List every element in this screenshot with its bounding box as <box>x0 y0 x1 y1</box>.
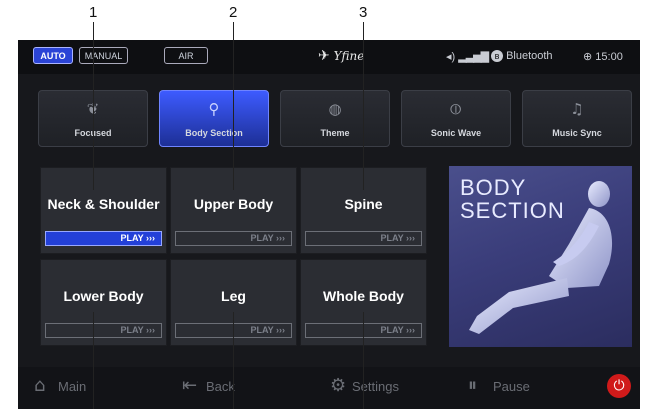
section-card-neck-shoulder[interactable]: Neck & Shoulder PLAY ››› <box>40 167 167 254</box>
theme-icon: ◍ <box>328 100 342 118</box>
nav-back-label: Back <box>206 379 235 394</box>
section-title: Leg <box>221 288 246 304</box>
speaker-icon: ◂) <box>446 51 456 63</box>
play-button[interactable]: PLAY ››› <box>45 231 162 246</box>
tab-music-sync[interactable]: ♫ Music Sync <box>522 90 632 147</box>
tab-label: Sonic Wave <box>430 128 482 138</box>
mode-air-button[interactable]: AIR <box>164 47 208 64</box>
callout-number: 1 <box>89 4 98 21</box>
nav-settings-button[interactable]: ⚙ Settings <box>330 367 420 409</box>
pause-icon: ⏸ <box>468 375 477 396</box>
section-title: Spine <box>344 196 383 212</box>
callout-leader-line <box>93 312 94 409</box>
volume-signal-indicator: ◂) ▂▃▅▇ <box>446 50 489 63</box>
section-title: Upper Body <box>193 196 274 212</box>
back-arrow-icon: ⇤ <box>182 375 198 396</box>
section-title: Lower Body <box>63 288 144 304</box>
mode-auto-button[interactable]: AUTO <box>33 47 73 64</box>
callout-number: 2 <box>229 4 238 21</box>
device-screen: AUTO MANUAL AIR ✈ Yfine ◂) ▂▃▅▇ ʙ Blueto… <box>18 40 640 409</box>
power-button[interactable]: ⏻ <box>607 374 631 398</box>
nav-settings-label: Settings <box>352 379 399 394</box>
tab-label: Body Section <box>185 128 243 138</box>
top-status-bar: AUTO MANUAL AIR ✈ Yfine ◂) ▂▃▅▇ ʙ Blueto… <box>18 40 640 74</box>
logo-text: Yfine <box>333 49 365 63</box>
clock-icon: ⊕ <box>583 51 593 63</box>
tab-label: Music Sync <box>552 128 602 138</box>
bluetooth-status[interactable]: ʙ Bluetooth <box>491 50 553 62</box>
tab-body-section[interactable]: ⚲ Body Section <box>159 90 269 147</box>
body-icon: ⚲ <box>208 100 220 118</box>
gear-icon: ⚙ <box>330 375 347 396</box>
play-button[interactable]: PLAY ››› <box>45 323 162 338</box>
home-icon: ⌂ <box>34 375 46 396</box>
nav-main-label: Main <box>58 379 87 394</box>
mode-manual-button[interactable]: MANUAL <box>79 47 128 64</box>
wave-icon: ⦶ <box>450 100 462 118</box>
tab-theme[interactable]: ◍ Theme <box>280 90 390 147</box>
nav-pause-label: Pause <box>493 379 530 394</box>
brand-logo: ✈ Yfine <box>318 48 364 64</box>
section-title: Neck & Shoulder <box>47 196 160 212</box>
tab-sonic-wave[interactable]: ⦶ Sonic Wave <box>401 90 511 147</box>
clock: ⊕ 15:00 <box>583 50 623 63</box>
seated-figure-icon <box>469 181 613 334</box>
nav-main-button[interactable]: ⌂ Main <box>34 367 114 409</box>
play-button[interactable]: PLAY ››› <box>305 231 422 246</box>
signal-bars-icon: ▂▃▅▇ <box>458 51 489 63</box>
play-button[interactable]: PLAY ››› <box>175 231 292 246</box>
bottom-nav-bar: ⌂ Main ⇤ Back ⚙ Settings ⏸ Pause ⏻ <box>18 367 640 409</box>
music-icon: ♫ <box>570 100 584 118</box>
body-section-illustration: BODY SECTION <box>449 166 632 347</box>
callout-leader-line <box>93 22 94 190</box>
clock-time: 15:00 <box>595 51 623 63</box>
section-title: Whole Body <box>323 288 404 304</box>
callout-leader-line <box>233 312 234 409</box>
section-card-lower-body[interactable]: Lower Body PLAY ››› <box>40 259 167 346</box>
nav-pause-button[interactable]: ⏸ Pause <box>468 367 548 409</box>
nav-back-button[interactable]: ⇤ Back <box>182 367 262 409</box>
callout-leader-line <box>233 22 234 190</box>
callout-leader-line <box>363 312 364 409</box>
callout-leader-line <box>363 22 364 190</box>
bluetooth-icon: ʙ <box>491 50 503 62</box>
bluetooth-label: Bluetooth <box>506 50 553 62</box>
callout-number: 3 <box>359 4 368 21</box>
logo-bird-icon: ✈ <box>318 48 330 64</box>
power-icon: ⏻ <box>613 378 625 394</box>
tab-label: Theme <box>320 128 350 138</box>
